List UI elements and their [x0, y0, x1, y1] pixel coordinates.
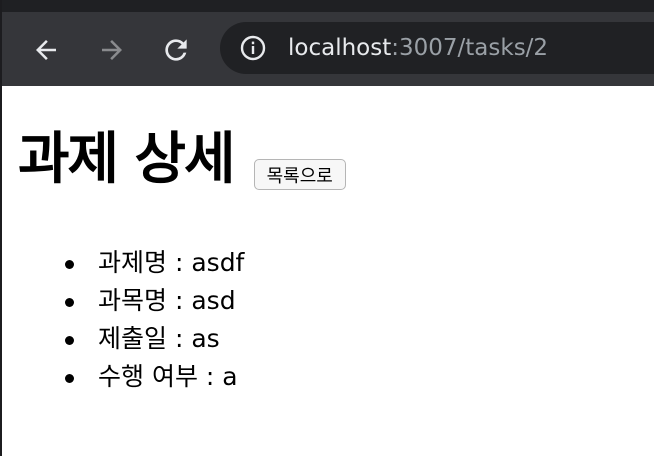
detail-value: as [191, 324, 220, 353]
back-to-list-button[interactable]: 목록으로 [253, 159, 346, 190]
back-button[interactable] [28, 32, 64, 68]
bullet-icon [65, 374, 74, 383]
url-path: :3007/tasks/2 [391, 35, 549, 61]
reload-button[interactable] [158, 32, 194, 68]
detail-label: 수행 여부 [98, 362, 198, 391]
detail-separator: : [167, 324, 192, 353]
detail-separator: : [167, 286, 192, 315]
tab-strip [2, 0, 654, 12]
url-text[interactable]: localhost:3007/tasks/2 [288, 33, 548, 63]
bullet-icon [65, 298, 74, 307]
detail-item-subject: 과목명 : asd [65, 282, 244, 320]
detail-item-completion: 수행 여부 : a [65, 358, 244, 396]
page-content: 과제 상세 목록으로 과제명 : asdf 과목명 : asd 제출일 : as… [2, 86, 654, 456]
detail-separator: : [167, 248, 192, 277]
detail-label: 과제명 [98, 248, 168, 277]
detail-value: asd [191, 286, 236, 315]
detail-value: a [222, 362, 238, 391]
detail-separator: : [197, 362, 223, 391]
heading-row: 과제 상세 목록으로 [18, 124, 346, 196]
detail-value: asdf [191, 248, 245, 277]
browser-toolbar: localhost:3007/tasks/2 [2, 12, 654, 86]
arrow-right-icon [102, 40, 122, 60]
info-icon[interactable] [240, 35, 266, 61]
detail-item-task-name: 과제명 : asdf [65, 244, 245, 282]
reload-icon [165, 39, 187, 61]
address-bar[interactable]: localhost:3007/tasks/2 [220, 22, 654, 74]
bullet-icon [65, 260, 74, 269]
task-detail-list: 과제명 : asdf 과목명 : asd 제출일 : as 수행 여부 : a [18, 244, 244, 396]
arrow-left-icon [36, 40, 56, 60]
forward-button[interactable] [94, 32, 130, 68]
browser-window: localhost:3007/tasks/2 과제 상세 목록으로 과제명 : … [0, 0, 654, 456]
detail-label: 제출일 [98, 324, 168, 353]
url-host: localhost [288, 35, 392, 61]
detail-label: 과목명 [98, 286, 168, 315]
bullet-icon [65, 336, 74, 345]
detail-item-due-date: 제출일 : as [65, 320, 244, 358]
page-title: 과제 상세 [18, 127, 236, 192]
